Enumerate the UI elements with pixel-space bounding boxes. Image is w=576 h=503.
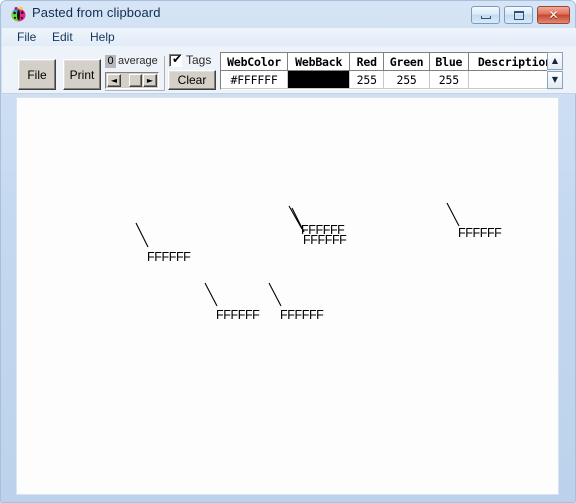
menu-item-help[interactable]: Help	[85, 29, 120, 45]
canvas-markers: FFFFFFFFFFFFFFFFFF FFFFFFFFFFFF FFFFFF	[135, 202, 503, 322]
scroll-up-icon[interactable]: ▲	[547, 52, 563, 70]
cell-red[interactable]: 255	[349, 70, 385, 89]
color-marker[interactable]: FFFFFF	[135, 222, 192, 264]
title-bar: Pasted from clipboard ✕	[1, 1, 576, 28]
color-marker[interactable]: FFFFFF	[268, 282, 325, 322]
average-value: 0	[105, 55, 116, 68]
print-button[interactable]: Print	[63, 59, 101, 90]
ladybug-icon	[10, 6, 27, 23]
menu-bar: File Edit Help	[2, 28, 576, 47]
column-header-webcolor[interactable]: WebColor	[221, 53, 289, 71]
marker-leader-line	[135, 222, 149, 248]
maximize-button[interactable]	[504, 6, 533, 24]
column-header-red[interactable]: Red	[349, 53, 385, 71]
color-marker[interactable]: FFFFFF	[446, 202, 503, 240]
column-header-blue[interactable]: Blue	[429, 53, 469, 71]
marker-label: FFFFFF	[216, 308, 260, 322]
marker-label: FFFFFF	[280, 308, 324, 322]
marker-label: FFFFFF	[303, 233, 347, 247]
menu-item-edit[interactable]: Edit	[47, 29, 78, 45]
drawing-canvas[interactable]: FFFFFF FFFFFF FFFFFF FFFFFF FFFFFF FFFFFF	[16, 97, 559, 495]
window-title: Pasted from clipboard	[32, 5, 161, 20]
color-marker[interactable]: FFFFFF	[204, 282, 261, 322]
checkmark-icon: ✔	[172, 51, 183, 66]
tags-checkbox-wrap[interactable]: ✔ Tags	[169, 51, 212, 67]
scroll-down-icon[interactable]: ▼	[547, 71, 563, 89]
file-button[interactable]: File	[18, 59, 56, 90]
cell-webback[interactable]: #000000	[287, 70, 351, 89]
close-icon: ✕	[548, 8, 559, 22]
tags-label: Tags	[186, 53, 212, 67]
minimize-icon	[480, 16, 491, 19]
table-header-row: WebColor WebBack Red Green Blue Descript…	[221, 53, 562, 71]
menu-item-file[interactable]: File	[12, 29, 41, 45]
marker-leader-line	[291, 207, 305, 233]
grid-scrollbar[interactable]: ▲ ▼	[547, 52, 563, 90]
marker-leader-line	[268, 282, 282, 307]
scrollbar-thumb[interactable]	[129, 74, 142, 87]
cell-blue[interactable]: 255	[429, 70, 469, 89]
maximize-icon	[513, 10, 524, 20]
scroll-left-icon[interactable]: ◄	[107, 74, 121, 87]
column-header-green[interactable]: Green	[383, 53, 431, 71]
tags-checkbox[interactable]: ✔	[169, 51, 183, 67]
cell-webcolor[interactable]: #FFFFFF	[221, 70, 289, 89]
average-label: average	[118, 55, 158, 67]
clear-button[interactable]: Clear	[168, 70, 216, 90]
marker-label: FFFFFF	[458, 226, 502, 240]
average-scrollbar[interactable]: ◄ ►	[105, 72, 159, 89]
marker-label: FFFFFF	[147, 250, 191, 264]
scroll-right-icon[interactable]: ►	[143, 74, 157, 87]
color-grid[interactable]: WebColor WebBack Red Green Blue Descript…	[220, 52, 563, 90]
application-window: Pasted from clipboard ✕ File Edit Help F…	[0, 0, 576, 503]
cell-green[interactable]: 255	[383, 70, 431, 89]
close-button[interactable]: ✕	[537, 6, 570, 24]
minimize-button[interactable]	[471, 6, 500, 24]
column-header-webback[interactable]: WebBack	[287, 53, 351, 71]
table-row[interactable]: #FFFFFF #000000 255 255 255	[221, 70, 562, 89]
marker-leader-line	[446, 202, 460, 227]
marker-leader-line	[204, 282, 218, 307]
color-table: WebColor WebBack Red Green Blue Descript…	[221, 53, 562, 89]
